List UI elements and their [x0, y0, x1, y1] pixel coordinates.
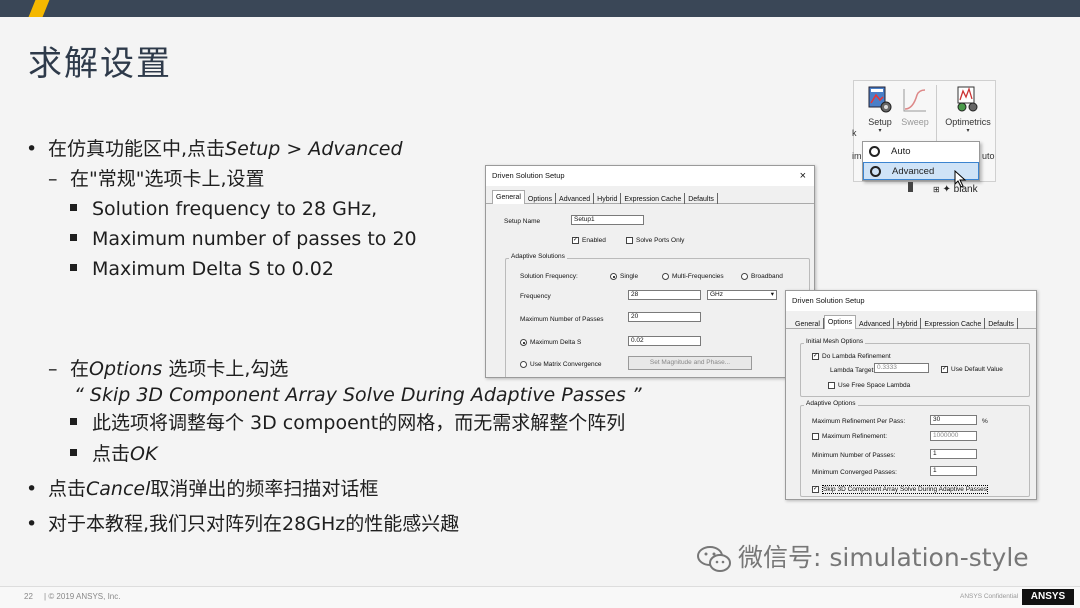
bullet-1-1-c: Maximum Delta S to 0.02: [70, 254, 334, 284]
bullet-1: • 在仿真功能区中,点击Setup > Advanced: [26, 138, 403, 160]
sweep-icon: [903, 89, 926, 112]
menu-item-auto[interactable]: Auto: [863, 143, 979, 161]
driven-solution-setup-dialog-options: Driven Solution Setup General Options Ad…: [785, 290, 1037, 500]
tab-hybrid[interactable]: Hybrid: [894, 318, 922, 329]
tab-expression-cache[interactable]: Expression Cache: [921, 318, 986, 329]
bullet-3: • 对于本教程,我们只对阵列在28GHz的性能感兴趣: [26, 513, 460, 535]
tab-strip: General Options Advanced Hybrid Expressi…: [486, 186, 814, 204]
close-icon[interactable]: ×: [800, 166, 806, 186]
tree-expander-icon[interactable]: ⊞: [933, 185, 940, 194]
page-number: 22: [24, 592, 33, 601]
max-refinement-field[interactable]: 1000000: [930, 431, 977, 441]
single-radio[interactable]: Single: [610, 273, 638, 280]
set-magnitude-phase-button[interactable]: Set Magnitude and Phase...: [628, 356, 752, 370]
multi-frequencies-radio[interactable]: Multi-Frequencies: [662, 273, 724, 280]
setup-icon: [870, 166, 881, 177]
setup-name-field[interactable]: Setup1: [571, 215, 644, 225]
sweep-button[interactable]: Sweep: [898, 85, 932, 127]
tab-general[interactable]: General: [792, 318, 824, 329]
max-refinement-per-pass-field[interactable]: 30: [930, 415, 977, 425]
slide-title: 求解设置: [28, 44, 172, 84]
do-lambda-checkbox[interactable]: ✓ Do Lambda Refinement: [812, 353, 891, 360]
confidential-label: ANSYS Confidential: [960, 593, 1019, 600]
lambda-target-field[interactable]: 0.3333: [874, 363, 929, 373]
max-passes-field[interactable]: 20: [628, 312, 701, 322]
tab-advanced[interactable]: Advanced: [856, 318, 895, 329]
bullet-1-2-quote: “ Skip 3D Component Array Solve During A…: [74, 384, 642, 406]
optimetrics-button[interactable]: Optimetrics ▾: [940, 85, 996, 134]
dialog-title-bar: Driven Solution Setup: [786, 291, 1036, 311]
tab-general[interactable]: General: [492, 190, 525, 204]
slide-footer: 22 | © 2019 ANSYS, Inc. ANSYS Confidenti…: [0, 586, 1080, 608]
broadband-radio[interactable]: Broadband: [741, 273, 783, 280]
top-bar: [0, 0, 1080, 17]
chevron-down-icon: ▾: [878, 128, 882, 134]
tab-options[interactable]: Options: [823, 315, 857, 329]
tree-item-icon: ✦: [942, 184, 951, 195]
free-space-lambda-checkbox[interactable]: Use Free Space Lambda: [828, 382, 910, 389]
setup-button[interactable]: Setup ▾: [862, 85, 898, 134]
skip-3d-array-checkbox[interactable]: ✓ Skip 3D Component Array Solve During Ad…: [812, 485, 989, 495]
max-refinement-checkbox[interactable]: Maximum Refinement:: [812, 433, 887, 440]
tab-options[interactable]: Options: [525, 193, 557, 204]
tab-strip: General Options Advanced Hybrid Expressi…: [786, 311, 1036, 329]
solve-ports-checkbox[interactable]: Solve Ports Only: [626, 237, 684, 244]
min-converged-passes-field[interactable]: 1: [930, 466, 977, 476]
driven-solution-setup-dialog-general: Driven Solution Setup × General Options A…: [485, 165, 815, 378]
wechat-icon: [697, 546, 731, 572]
tab-hybrid[interactable]: Hybrid: [594, 193, 622, 204]
chevron-down-icon: ▾: [770, 291, 774, 298]
tab-advanced[interactable]: Advanced: [556, 193, 595, 204]
matrix-convergence-radio[interactable]: Use Matrix Convergence: [520, 361, 602, 368]
accent-stripe: [28, 0, 50, 17]
ribbon-divider: [936, 85, 937, 145]
bullet-1-2-a: 此选项将调整每个 3D compoent的网格，而无需求解整个阵列: [70, 408, 625, 438]
chevron-down-icon: ▾: [966, 128, 970, 134]
optimetrics-icon: [957, 86, 978, 112]
frequency-unit-select[interactable]: GHz ▾: [707, 290, 777, 300]
frequency-field[interactable]: 28: [628, 290, 701, 300]
min-passes-field[interactable]: 1: [930, 449, 977, 459]
use-default-checkbox[interactable]: ✓ Use Default Value: [941, 366, 1003, 373]
enabled-checkbox[interactable]: ✓ Enabled: [572, 237, 606, 244]
max-delta-s-field[interactable]: 0.02: [628, 336, 701, 346]
bullet-1-1-b: Maximum number of passes to 20: [70, 224, 417, 254]
max-delta-s-radio[interactable]: Maximum Delta S: [520, 339, 581, 346]
tab-defaults[interactable]: Defaults: [685, 193, 718, 204]
wechat-watermark: 微信号: simulation-style: [696, 538, 1029, 574]
tab-defaults[interactable]: Defaults: [985, 318, 1018, 329]
tab-expression-cache[interactable]: Expression Cache: [621, 193, 686, 204]
bullet-2: • 点击Cancel取消弹出的频率扫描对话框: [26, 478, 379, 500]
setup-icon: [868, 86, 892, 113]
bullet-1-1: – 在"常规"选项卡上,设置: [48, 168, 265, 190]
setup-icon: [869, 146, 880, 157]
copyright: | © 2019 ANSYS, Inc.: [44, 592, 121, 601]
bullet-1-2-b: 点击OK: [70, 439, 157, 469]
dialog-title-bar: Driven Solution Setup ×: [486, 166, 814, 186]
ansys-logo: ANSYS: [1022, 589, 1074, 605]
bullet-1-1-a: Solution frequency to 28 GHz,: [70, 194, 377, 224]
tree-row: ⊞ ✦ blank: [908, 182, 978, 195]
